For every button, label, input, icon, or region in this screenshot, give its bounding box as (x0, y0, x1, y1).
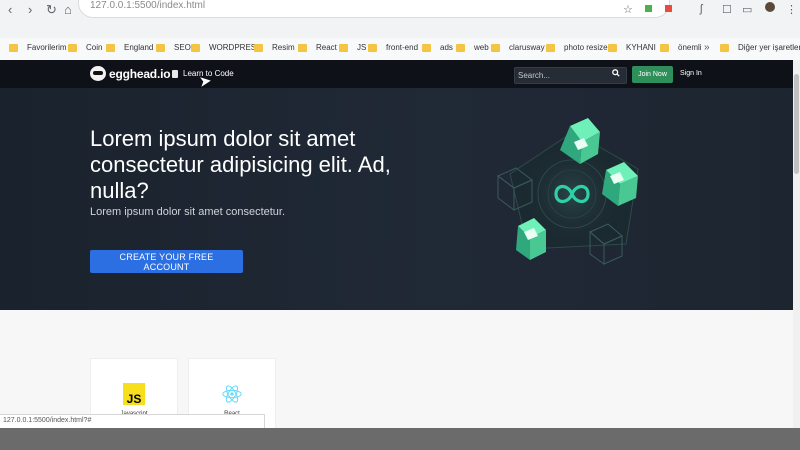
forward-icon[interactable]: › (28, 2, 32, 17)
folder-icon (608, 43, 617, 52)
puzzle-icon[interactable]: ☐ (722, 3, 732, 16)
folder-icon (660, 43, 669, 52)
folder-icon (68, 43, 77, 52)
bookmark-folder[interactable]: Coin (68, 43, 102, 52)
extension-icon[interactable] (645, 5, 652, 12)
sign-in-link[interactable]: Sign In (680, 70, 702, 77)
book-icon (172, 69, 178, 78)
folder-icon (339, 43, 348, 52)
bookmark-folder[interactable]: önemli (660, 43, 702, 52)
site-logo[interactable]: egghead.io (90, 66, 171, 81)
scrollbar-thumb[interactable] (794, 74, 799, 174)
bookmark-folder[interactable]: React (298, 43, 337, 52)
react-icon (222, 385, 242, 403)
bookmark-folder[interactable]: KYHANI (608, 43, 656, 52)
browser-toolbar: ‹ › ↻ ⌂ 127.0.0.1:5500/index.html ☆ ʃ ☐ … (0, 0, 800, 38)
star-icon[interactable]: ☆ (623, 3, 633, 16)
javascript-icon: JS (123, 383, 145, 405)
extension-icon[interactable] (665, 5, 672, 12)
hero-illustration (497, 118, 639, 265)
search-icon[interactable] (612, 69, 620, 77)
cursor-icon: ➤ (197, 72, 213, 91)
bookmark-folder[interactable]: WORDPRESS (191, 43, 261, 52)
bookmark-folder[interactable]: JS (339, 43, 366, 52)
status-bar: 127.0.0.1:5500/index.html?# (0, 414, 265, 428)
join-now-button[interactable]: Join Now (632, 66, 673, 83)
menu-icon[interactable]: ⋮ (786, 3, 797, 16)
back-icon[interactable]: ‹ (8, 2, 12, 17)
address-text[interactable]: 127.0.0.1:5500/index.html (90, 0, 205, 11)
extension-icon[interactable]: ʃ (700, 3, 702, 15)
bookmark-folder[interactable]: SEO (156, 43, 191, 52)
search-box[interactable] (514, 67, 627, 84)
bookmark-folder[interactable]: Favorilerim (9, 43, 67, 52)
browser-window: ‹ › ↻ ⌂ 127.0.0.1:5500/index.html ☆ ʃ ☐ … (0, 0, 800, 428)
folder-icon (191, 43, 200, 52)
hero-section: Lorem ipsum dolor sit amet consectetur a… (0, 88, 793, 310)
bookmarks-more-button[interactable]: » (704, 42, 710, 53)
folder-icon (368, 43, 377, 52)
folder-icon (456, 43, 465, 52)
folder-icon (298, 43, 307, 52)
folder-icon (422, 43, 431, 52)
sidebar-icon[interactable]: ▭ (742, 3, 752, 16)
egghead-logo-icon (90, 66, 106, 81)
bookmark-folder[interactable]: clarusway (491, 43, 545, 52)
folder-icon (156, 43, 165, 52)
bookmark-folder[interactable]: England (106, 43, 153, 52)
bookmark-folder[interactable]: ads (422, 43, 453, 52)
folder-icon (9, 43, 18, 52)
reload-icon[interactable]: ↻ (46, 2, 57, 18)
bookmark-folder[interactable]: web (456, 43, 489, 52)
bookmark-folder[interactable]: Resim (254, 43, 295, 52)
folder-icon (491, 43, 500, 52)
bookmark-folder[interactable]: front-end (368, 43, 418, 52)
folder-icon (254, 43, 263, 52)
status-url: 127.0.0.1:5500/index.html?# (3, 417, 92, 424)
folder-icon (720, 43, 729, 52)
site-header: egghead.io Learn to Code (0, 60, 793, 88)
search-input[interactable] (518, 69, 606, 82)
profile-avatar[interactable] (765, 2, 775, 12)
bookmarks-bar: Favorilerim Coin England SEO WORDPRESS R… (0, 38, 800, 61)
folder-icon (106, 43, 115, 52)
hero-title: Lorem ipsum dolor sit amet consectetur a… (90, 126, 391, 203)
home-icon[interactable]: ⌂ (64, 2, 72, 17)
bookmark-folder[interactable]: photo resize (546, 43, 608, 52)
hero-subtitle: Lorem ipsum dolor sit amet consectetur. (90, 206, 286, 218)
other-bookmarks[interactable]: Diğer yer işaretleri (720, 43, 800, 52)
create-account-button[interactable]: CREATE YOUR FREE ACCOUNT (90, 250, 243, 273)
folder-icon (546, 43, 555, 52)
